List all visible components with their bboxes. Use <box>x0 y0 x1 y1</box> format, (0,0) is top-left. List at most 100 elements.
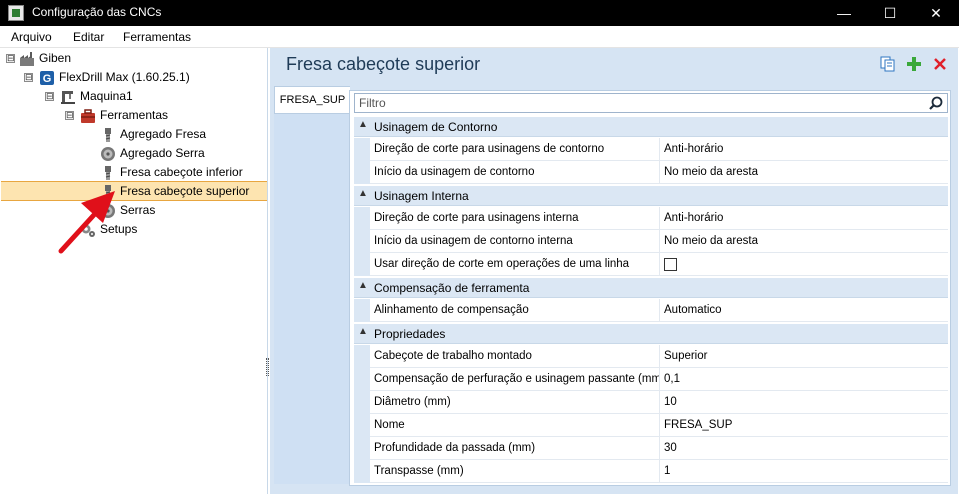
collapse-chevron-icon[interactable]: ▲ <box>358 280 368 291</box>
filter-box <box>354 93 948 113</box>
property-value[interactable]: No meio da aresta <box>660 230 948 253</box>
svg-text:G: G <box>43 73 52 85</box>
tree-item-fresa-inferior[interactable]: Fresa cabeçote inferior <box>1 163 267 182</box>
property-name: Nome <box>370 414 660 437</box>
saw-blade-icon <box>101 147 115 161</box>
property-value[interactable]: 10 <box>660 391 948 414</box>
property-row[interactable]: Direção de corte para usinagens interna … <box>354 207 948 230</box>
property-row[interactable]: Diâmetro (mm) 10 <box>354 391 948 414</box>
delete-icon[interactable] <box>932 56 948 72</box>
tree-item-agregado-fresa[interactable]: Agregado Fresa <box>1 125 267 144</box>
category-label: Usinagem de Contorno <box>374 120 498 134</box>
tree-item-agregado-serra[interactable]: Agregado Serra <box>1 144 267 163</box>
tree-item-giben[interactable]: ⊟ Giben <box>1 49 267 68</box>
mill-tool-icon <box>105 166 111 180</box>
row-gutter <box>354 391 370 414</box>
collapse-chevron-icon[interactable]: ▲ <box>358 326 368 337</box>
splitter-handle[interactable] <box>266 358 269 376</box>
row-gutter <box>354 414 370 437</box>
property-row[interactable]: Transpasse (mm) 1 <box>354 460 948 483</box>
tree-item-label: Agregado Serra <box>120 146 205 160</box>
property-name: Cabeçote de trabalho montado <box>370 345 660 368</box>
window-title: Configuração das CNCs <box>32 5 162 19</box>
machine-logo-icon: G <box>40 71 54 85</box>
row-gutter <box>354 437 370 460</box>
tree-item-label: FlexDrill Max (1.60.25.1) <box>59 70 190 84</box>
tree-item-fresa-superior[interactable]: Fresa cabeçote superior <box>1 181 267 201</box>
property-value[interactable]: 1 <box>660 460 948 483</box>
tree-item-maquina1[interactable]: ⊟ Maquina1 <box>1 87 267 106</box>
tree-item-serras[interactable]: Serras <box>1 201 267 220</box>
property-row[interactable]: Nome FRESA_SUP <box>354 414 948 437</box>
filter-input[interactable] <box>355 94 915 112</box>
search-icon[interactable] <box>929 96 943 110</box>
toolbox-icon <box>81 109 95 123</box>
property-value[interactable]: Anti-horário <box>660 207 948 230</box>
property-value[interactable]: Anti-horário <box>660 138 948 161</box>
collapse-chevron-icon[interactable]: ▲ <box>358 119 368 130</box>
factory-icon <box>20 52 34 66</box>
tree-item-flexdrill[interactable]: ⊟ G FlexDrill Max (1.60.25.1) <box>1 68 267 87</box>
property-value[interactable]: No meio da aresta <box>660 161 948 184</box>
menu-editar[interactable]: Editar <box>73 30 104 44</box>
minimize-button[interactable]: — <box>821 0 867 26</box>
category-label: Usinagem Interna <box>374 189 469 203</box>
menu-ferramentas[interactable]: Ferramentas <box>123 30 191 44</box>
tree-item-label: Agregado Fresa <box>120 127 207 141</box>
property-name: Início da usinagem de contorno interna <box>370 230 660 253</box>
checkbox[interactable] <box>664 258 677 271</box>
property-name: Início da usinagem de contorno <box>370 161 660 184</box>
property-value[interactable]: 0,1 <box>660 368 948 391</box>
tab-fresa-sup[interactable]: FRESA_SUP <box>274 86 350 114</box>
copy-icon[interactable] <box>880 56 896 72</box>
property-grid: ▲ Usinagem de Contorno Direção de corte … <box>349 90 951 486</box>
menu-arquivo[interactable]: Arquivo <box>11 30 52 44</box>
maximize-button[interactable]: ☐ <box>867 0 913 26</box>
menu-bar: Arquivo Editar Ferramentas <box>0 26 959 48</box>
row-gutter <box>354 207 370 230</box>
row-gutter <box>354 138 370 161</box>
collapse-icon[interactable]: ⊟ <box>65 111 74 120</box>
collapse-chevron-icon[interactable]: ▲ <box>358 188 368 199</box>
property-row[interactable]: Cabeçote de trabalho montado Superior <box>354 345 948 368</box>
property-row[interactable]: Direção de corte para usinagens de conto… <box>354 138 948 161</box>
property-value[interactable]: 30 <box>660 437 948 460</box>
category-propriedades[interactable]: ▲ Propriedades <box>354 324 948 344</box>
tree-item-label: Fresa cabeçote inferior <box>120 165 243 179</box>
property-row[interactable]: Profundidade da passada (mm) 30 <box>354 437 948 460</box>
property-name: Direção de corte para usinagens de conto… <box>370 138 660 161</box>
property-name: Transpasse (mm) <box>370 460 660 483</box>
tab-strip: FRESA_SUP <box>274 86 350 484</box>
category-compensacao[interactable]: ▲ Compensação de ferramenta <box>354 278 948 298</box>
category-usinagem-interna[interactable]: ▲ Usinagem Interna <box>354 186 948 206</box>
tree-item-label: Giben <box>39 51 72 65</box>
collapse-icon[interactable]: ⊟ <box>6 54 15 63</box>
row-gutter <box>354 161 370 184</box>
tree-item-ferramentas[interactable]: ⊟ Ferramentas <box>1 106 267 125</box>
tree-item-setups[interactable]: Setups <box>1 220 267 239</box>
tree-item-label: Ferramentas <box>100 108 169 122</box>
property-row[interactable]: Alinhamento de compensação Automatico <box>354 299 948 322</box>
tree-item-label: Serras <box>120 203 156 217</box>
row-gutter <box>354 368 370 391</box>
property-value[interactable]: Automatico <box>660 299 948 322</box>
collapse-icon[interactable]: ⊟ <box>24 73 33 82</box>
row-gutter <box>354 345 370 368</box>
title-bar: Configuração das CNCs — ☐ ✕ <box>0 0 959 26</box>
row-gutter <box>354 253 370 276</box>
collapse-icon[interactable]: ⊟ <box>45 92 54 101</box>
property-value[interactable]: FRESA_SUP <box>660 414 948 437</box>
property-value[interactable]: Superior <box>660 345 948 368</box>
property-row[interactable]: Início da usinagem de contorno interna N… <box>354 230 948 253</box>
annotation-arrow-icon <box>58 191 115 254</box>
property-name: Diâmetro (mm) <box>370 391 660 414</box>
close-button[interactable]: ✕ <box>913 0 959 26</box>
cnc-machine-icon <box>61 91 75 104</box>
property-name: Direção de corte para usinagens interna <box>370 207 660 230</box>
property-row[interactable]: Compensação de perfuração e usinagem pas… <box>354 368 948 391</box>
property-row[interactable]: Início da usinagem de contorno No meio d… <box>354 161 948 184</box>
category-usinagem-contorno[interactable]: ▲ Usinagem de Contorno <box>354 117 948 137</box>
detail-panel: Fresa cabeçote superior FRESA_SUP ▲ Usin… <box>270 48 958 494</box>
add-icon[interactable] <box>906 56 922 72</box>
property-row[interactable]: Usar direção de corte em operações de um… <box>354 253 948 276</box>
